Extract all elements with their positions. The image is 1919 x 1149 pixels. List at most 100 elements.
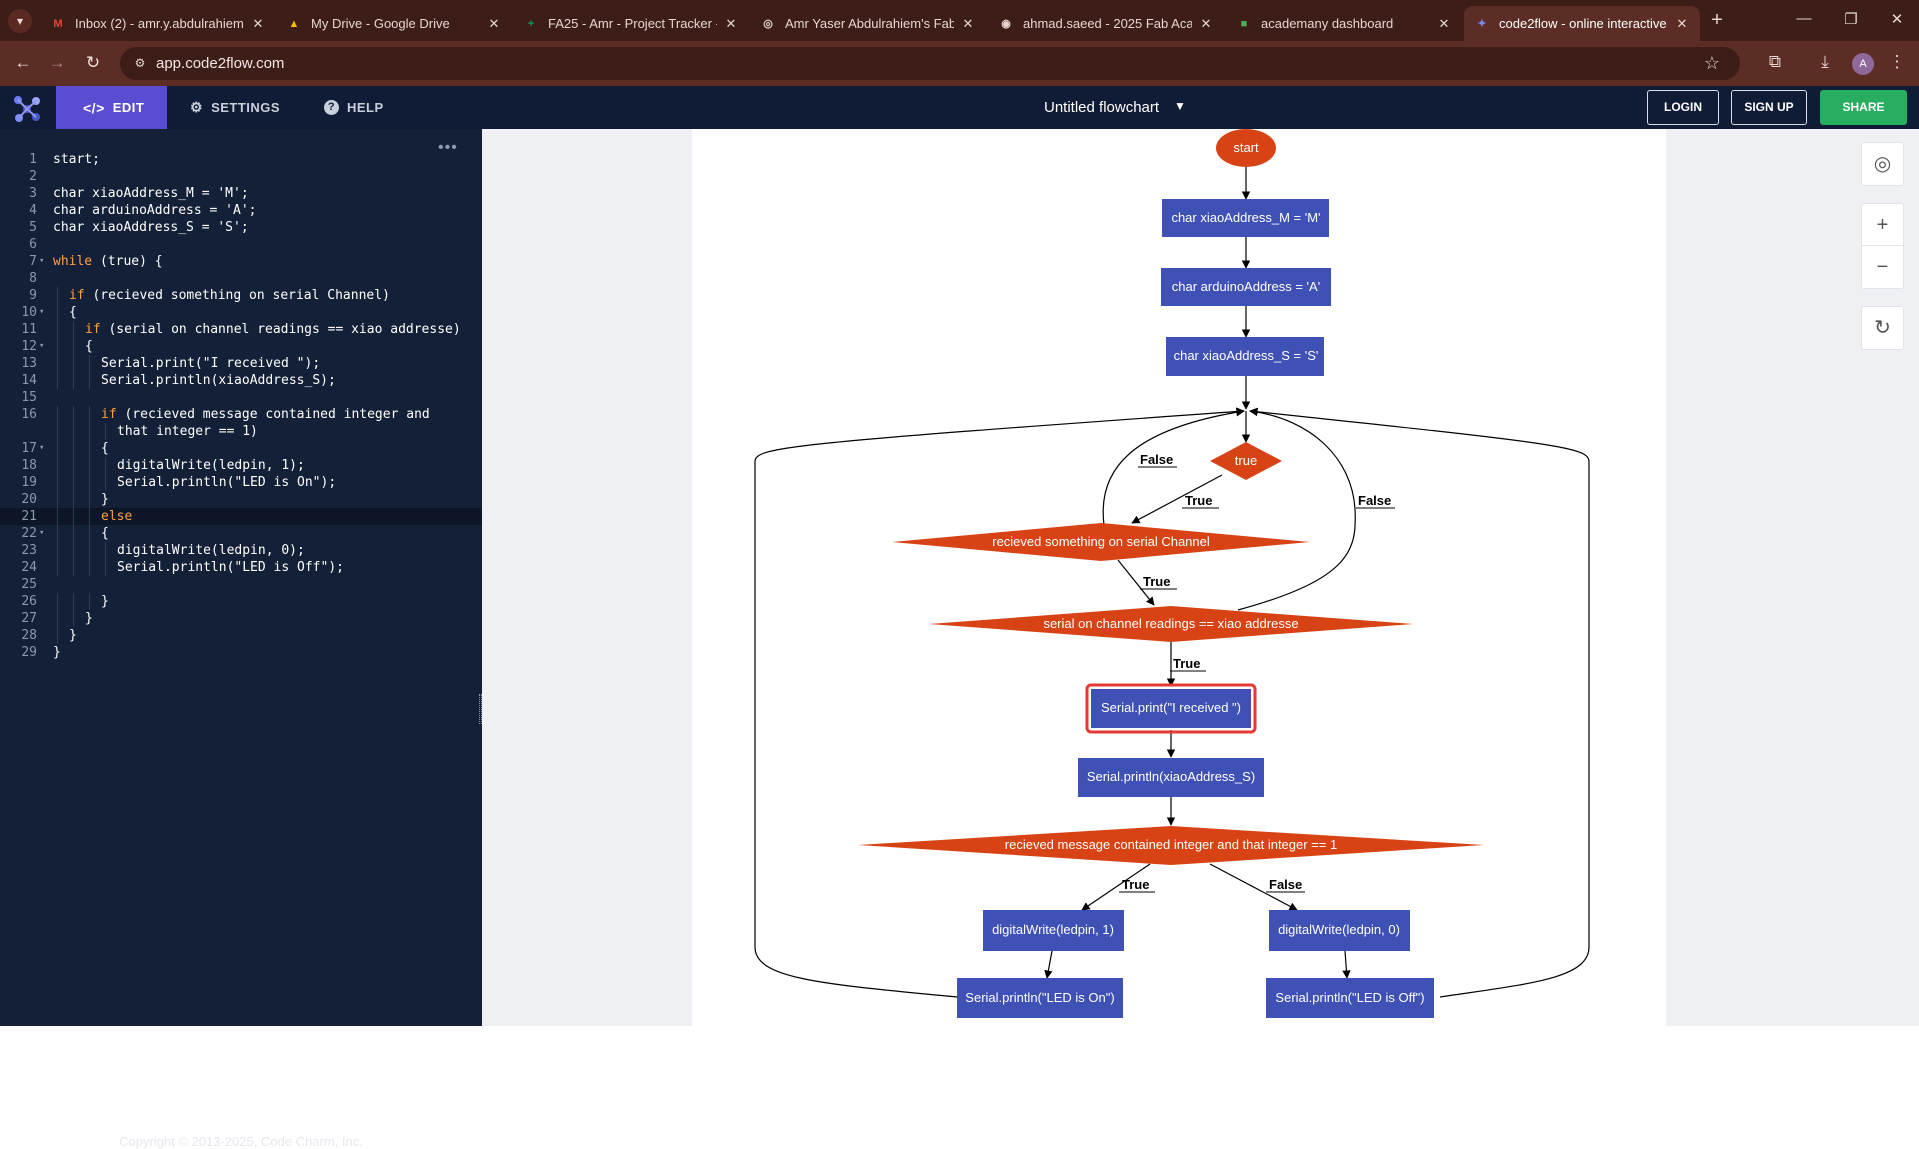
node-p1-selected[interactable]: Serial.print("I received ") [1085, 683, 1257, 734]
code-line[interactable]: 18 digitalWrite(ledpin, 1); [0, 457, 482, 474]
code-line[interactable]: 25 [0, 576, 482, 593]
address-bar[interactable]: ⚙ app.code2flow.com ☆ [120, 47, 1740, 80]
forward-icon[interactable]: → [46, 53, 68, 75]
code-line[interactable]: 13 Serial.print("I received "); [0, 355, 482, 372]
close-tab-icon[interactable]: ✕ [1198, 16, 1214, 32]
code-line[interactable]: 29} [0, 644, 482, 661]
code-line[interactable]: 27} [0, 610, 482, 627]
code-line[interactable]: 9 if (recieved something on serial Channe… [0, 287, 482, 304]
zoom-out-icon[interactable]: − [1862, 246, 1903, 288]
code-line[interactable]: 26} [0, 593, 482, 610]
browser-tab[interactable]: ◎ Amr Yaser Abdulrahiem's Fab A ✕ [750, 6, 986, 41]
code-line[interactable]: that integer == 1) [0, 423, 482, 440]
node-led-off-print[interactable]: Serial.println("LED is Off") [1266, 978, 1434, 1018]
close-tab-icon[interactable]: ✕ [723, 16, 739, 32]
reload-icon[interactable]: ↻ [82, 53, 104, 75]
code-line[interactable]: 15 [0, 389, 482, 406]
browser-tab[interactable]: ◉ ahmad.saeed - 2025 Fab Acade ✕ [988, 6, 1224, 41]
browser-menu-icon[interactable]: ⋮ [1886, 52, 1908, 72]
code-line[interactable]: 1 start; [0, 151, 482, 168]
close-tab-icon[interactable]: ✕ [960, 16, 976, 32]
bookmark-star-icon[interactable]: ☆ [1704, 53, 1720, 74]
browser-tab[interactable]: ▲ My Drive - Google Drive ✕ [276, 6, 512, 41]
line-number: 16 [21, 407, 37, 422]
browser-tab[interactable]: M Inbox (2) - amr.y.abdulrahiem@ ✕ [40, 6, 276, 41]
browser-tab[interactable]: ✦ code2flow - online interactive c ✕ [1464, 6, 1700, 41]
tab-help-label: HELP [347, 100, 384, 115]
code-line[interactable]: 16 if (recieved message contained integer… [0, 406, 482, 423]
fit-view-control[interactable]: ◎ [1861, 142, 1904, 186]
node-p2[interactable]: Serial.println(xiaoAddress_S) [1078, 758, 1264, 797]
node-n3[interactable]: char xiaoAddress_S = 'S' [1166, 337, 1324, 376]
close-tab-icon[interactable]: ✕ [486, 16, 502, 32]
tab-settings[interactable]: ⚙ SETTINGS [190, 86, 280, 129]
node-led-on-print[interactable]: Serial.println("LED is On") [957, 978, 1123, 1018]
fold-toggle-icon[interactable]: ▾ [39, 440, 44, 457]
zoom-in-icon[interactable]: + [1862, 204, 1903, 246]
tab-help[interactable]: ? HELP [324, 86, 384, 129]
code-line[interactable]: 24 Serial.println("LED is Off"); [0, 559, 482, 576]
code-line[interactable]: 20} [0, 491, 482, 508]
node-n1[interactable]: char xiaoAddress_M = 'M' [1162, 199, 1329, 237]
code-line[interactable]: 23 digitalWrite(ledpin, 0); [0, 542, 482, 559]
new-tab-button[interactable]: + [1704, 8, 1730, 34]
download-icon[interactable]: ⤓ [1814, 52, 1836, 72]
tab-edit[interactable]: </> EDIT [56, 86, 167, 129]
node-led-on-write[interactable]: digitalWrite(ledpin, 1) [983, 910, 1124, 951]
node-n2[interactable]: char arduinoAddress = 'A' [1161, 268, 1331, 306]
indent-guide [89, 508, 90, 525]
code-line[interactable]: 5 char xiaoAddress_S = 'S'; [0, 219, 482, 236]
node-d1[interactable]: recieved something on serial Channel [892, 523, 1310, 561]
minimize-icon[interactable]: — [1794, 10, 1814, 27]
tab-search-icon[interactable]: ▾ [8, 9, 32, 33]
close-tab-icon[interactable]: ✕ [1674, 16, 1690, 32]
code-line[interactable]: 7 ▾ while (true) { [0, 253, 482, 270]
code-line[interactable]: 8 [0, 270, 482, 287]
restore-icon[interactable]: ❐ [1841, 10, 1861, 28]
code-editor[interactable]: ••• 1 start; 2 3 char xiaoAddress_M = 'M'; 4 c… [0, 129, 482, 1149]
code-line[interactable]: 11 if (serial on channel readings == xiao… [0, 321, 482, 338]
refresh-icon[interactable]: ↻ [1862, 307, 1903, 349]
fold-toggle-icon[interactable]: ▾ [39, 253, 44, 270]
fold-toggle-icon[interactable]: ▾ [39, 525, 44, 542]
code-line[interactable]: 3 char xiaoAddress_M = 'M'; [0, 185, 482, 202]
code2flow-logo-icon[interactable] [10, 92, 44, 124]
code-line[interactable]: 19 Serial.println("LED is On"); [0, 474, 482, 491]
reset-view-control[interactable]: ↻ [1861, 306, 1904, 350]
code-line[interactable]: 17 ▾ { [0, 440, 482, 457]
site-info-icon[interactable]: ⚙ [132, 55, 148, 71]
code-line[interactable]: 4 char arduinoAddress = 'A'; [0, 202, 482, 219]
code-line[interactable]: 12 ▾ { [0, 338, 482, 355]
login-button[interactable]: LOGIN [1647, 90, 1719, 125]
signup-button[interactable]: SIGN UP [1731, 90, 1807, 125]
profile-avatar[interactable]: A [1852, 53, 1874, 75]
close-tab-icon[interactable]: ✕ [250, 16, 266, 32]
browser-tab[interactable]: + FA25 - Amr - Project Tracker - G ✕ [513, 6, 749, 41]
extensions-icon[interactable]: ⧉ [1764, 52, 1786, 72]
code-line[interactable]: 6 [0, 236, 482, 253]
node-led-off-write[interactable]: digitalWrite(ledpin, 0) [1269, 910, 1410, 951]
code-line[interactable]: 14 Serial.println(xiaoAddress_S); [0, 372, 482, 389]
google-sheets-icon: + [527, 17, 535, 30]
code-line[interactable]: 21 else [0, 508, 482, 525]
code-line[interactable]: 10 ▾ { [0, 304, 482, 321]
share-button[interactable]: SHARE [1820, 90, 1907, 125]
code-line[interactable]: 28} [0, 627, 482, 644]
node-d3[interactable]: recieved message contained integer and t… [858, 826, 1484, 865]
chevron-down-icon[interactable]: ▼ [1174, 99, 1186, 113]
close-tab-icon[interactable]: ✕ [1436, 16, 1452, 32]
back-icon[interactable]: ← [12, 53, 34, 75]
indent-guide [57, 406, 58, 423]
flowchart-diagram[interactable]: False True False True True True False st… [482, 129, 1919, 1026]
node-start[interactable]: start [1216, 129, 1276, 167]
document-title[interactable]: Untitled flowchart [1044, 99, 1159, 116]
node-d2[interactable]: serial on channel readings == xiao addre… [929, 606, 1413, 642]
code-line[interactable]: 22 ▾ { [0, 525, 482, 542]
fold-toggle-icon[interactable]: ▾ [39, 304, 44, 321]
browser-tab[interactable]: ■ academany dashboard ✕ [1226, 6, 1462, 41]
close-window-icon[interactable]: ✕ [1887, 10, 1907, 28]
node-loop-condition[interactable]: true [1210, 442, 1282, 480]
target-icon[interactable]: ◎ [1862, 143, 1903, 185]
code-line[interactable]: 2 [0, 168, 482, 185]
fold-toggle-icon[interactable]: ▾ [39, 338, 44, 355]
